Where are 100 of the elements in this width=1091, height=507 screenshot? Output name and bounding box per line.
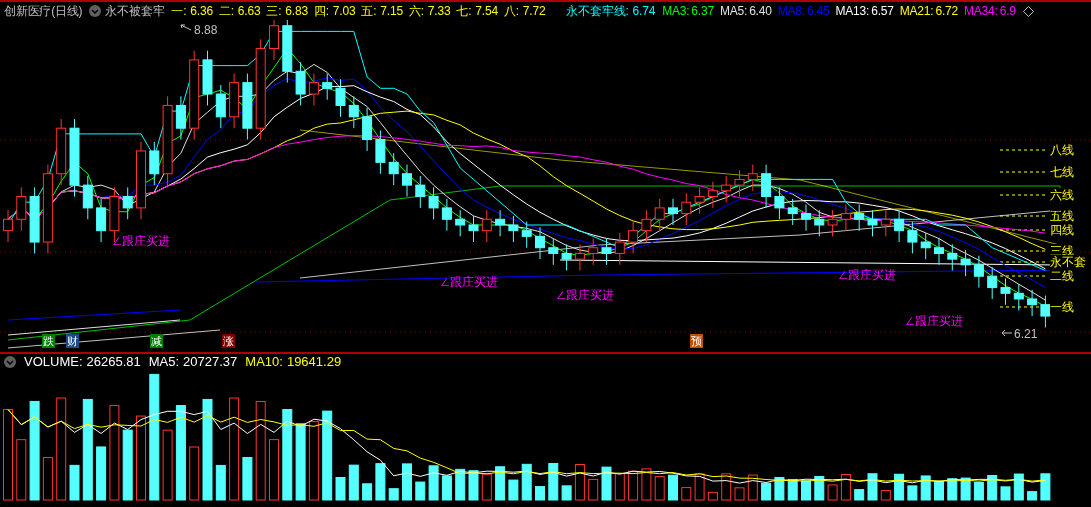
ma-label: MA3: (662, 3, 690, 20)
dropdown-icon[interactable] (89, 5, 102, 17)
volume-bar (1040, 473, 1051, 501)
volume-bar (189, 446, 200, 501)
candlestick (548, 238, 559, 266)
volume-bar (96, 446, 107, 501)
candlestick (827, 209, 838, 237)
candlestick (29, 186, 40, 254)
candlestick (867, 209, 878, 237)
candlestick (894, 209, 905, 243)
volume-bar (269, 439, 279, 501)
volume-bar (987, 475, 998, 501)
dropdown-icon[interactable] (4, 356, 16, 368)
volume-bar (588, 478, 599, 501)
volume-bar (801, 480, 811, 501)
candlestick (721, 175, 732, 203)
ma-value: 6.72 (935, 3, 958, 20)
ma-value: 6.45 (806, 3, 830, 20)
volume-bar (668, 474, 678, 501)
level-value: 6.36 (190, 3, 213, 20)
signal-marker: 涨 (222, 334, 235, 348)
diamond-icon[interactable] (1022, 5, 1034, 17)
candlestick (269, 20, 279, 61)
volume-bar (122, 429, 133, 501)
volume-bar (747, 474, 758, 501)
candlestick (56, 118, 67, 186)
level-line (999, 215, 1046, 217)
candlestick (907, 221, 918, 254)
volume-bar (441, 475, 452, 501)
level-value: 7.72 (522, 3, 546, 20)
level-label: 五: (361, 3, 377, 20)
volume-bar (973, 482, 984, 501)
volume-bar (854, 489, 865, 501)
candlestick (295, 61, 306, 106)
level-label: 二: (218, 3, 234, 20)
candlestick (601, 238, 612, 266)
volume-bar (867, 473, 878, 501)
volume-bar (641, 468, 652, 501)
level-line-label: 一线 (1050, 300, 1074, 314)
candlestick (388, 152, 399, 186)
candlestick (561, 243, 572, 271)
candlestick (1000, 278, 1011, 306)
volume-bar (468, 470, 479, 501)
line-label: 永不套牢线: (566, 3, 629, 20)
candlestick (468, 215, 479, 243)
candlestick (960, 249, 971, 277)
level-value: 6.83 (285, 3, 308, 20)
ma-label: MA8: (777, 3, 805, 20)
level-line (999, 250, 1046, 252)
candlestick (668, 198, 678, 226)
arrow-icon (1001, 329, 1013, 337)
level-line-label: 七线 (1050, 165, 1074, 179)
candlestick (920, 232, 931, 260)
candlestick (282, 20, 293, 84)
volume-bar (694, 473, 705, 501)
volume-bar (814, 475, 825, 501)
candlestick (495, 209, 506, 237)
candlestick (947, 243, 958, 271)
volume-bar (508, 479, 519, 501)
volume-bar (362, 483, 373, 501)
signal-marker: 跌 (42, 334, 55, 348)
ma-label: MA21: (899, 3, 934, 20)
volume-bar (561, 485, 572, 501)
candlestick (854, 204, 865, 232)
candlestick (96, 198, 107, 243)
volume-value: 26265.81 (86, 353, 141, 372)
ma-label: MA5: (148, 353, 180, 372)
volume-bar (348, 464, 359, 501)
buy-signal: ∠跟庄买进 (440, 274, 498, 291)
level-line (999, 229, 1046, 231)
level-line-label: 四线 (1050, 223, 1074, 237)
candlestick (229, 73, 240, 129)
volume-bar (242, 457, 253, 501)
volume-bar (428, 465, 439, 501)
volume-bar (761, 482, 772, 501)
arrow-icon (180, 24, 192, 32)
candlestick (375, 129, 386, 175)
candlestick (335, 78, 346, 118)
candlestick (348, 95, 359, 129)
level-line-label: 六线 (1050, 188, 1074, 202)
level-value: 7.54 (475, 3, 498, 20)
signal-marker: 财 (66, 334, 79, 348)
level-line-label: 二线 (1050, 269, 1074, 283)
candlestick (508, 215, 519, 243)
ma-value: 6.57 (871, 3, 894, 20)
candlestick (441, 198, 452, 232)
candlestick (574, 243, 585, 271)
candlestick (987, 266, 998, 300)
candlestick (202, 50, 213, 106)
candlestick (521, 221, 532, 249)
candlestick (614, 232, 625, 266)
line-value: 6.74 (632, 3, 656, 20)
candlestick (215, 84, 226, 129)
buy-signal: ∠跟庄买进 (905, 313, 963, 330)
volume-bar (601, 466, 612, 501)
volume-bar (920, 475, 931, 501)
candlestick (707, 181, 718, 209)
buy-signal: ∠跟庄买进 (112, 233, 170, 250)
volume-bar (614, 473, 625, 501)
candlestick (801, 204, 811, 232)
